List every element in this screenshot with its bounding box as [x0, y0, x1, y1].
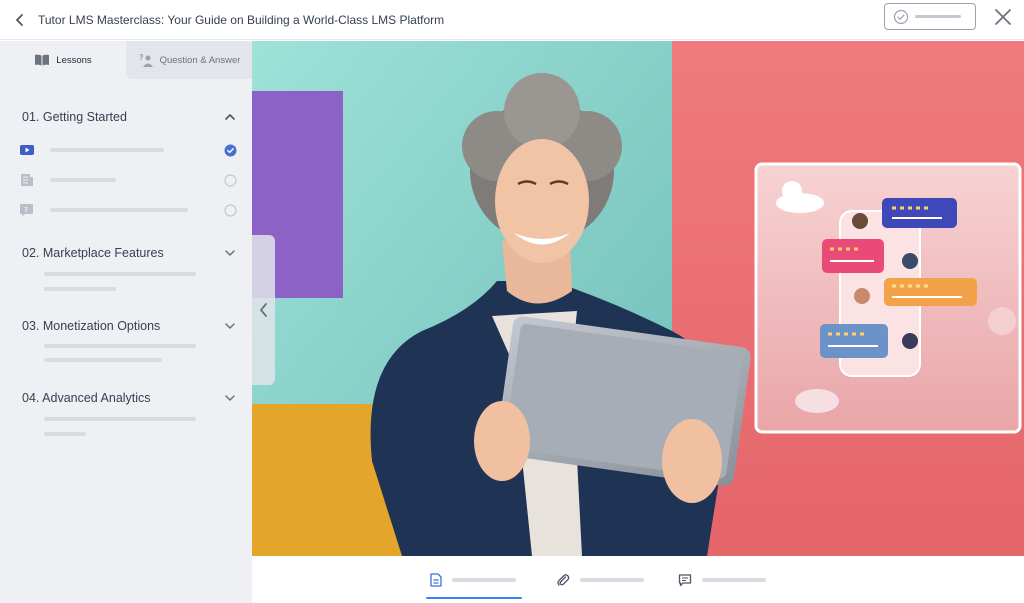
lms-course-player: Tutor LMS Masterclass: Your Guide on Bui… [0, 0, 1024, 603]
close-button[interactable] [990, 4, 1016, 30]
file-text-icon [430, 573, 442, 587]
sidebar-tabs: Lessons ? Question & Answer [0, 41, 252, 79]
lesson-video-illustration [252, 41, 1024, 556]
close-icon [995, 9, 1011, 25]
topic-summary-placeholder [44, 417, 196, 421]
mark-complete-button[interactable] [884, 3, 976, 30]
chevron-up-icon [225, 114, 235, 120]
tab-label-placeholder [702, 578, 766, 582]
topic-title: 04. Advanced Analytics [22, 391, 151, 405]
complete-label-placeholder [915, 15, 961, 18]
completed-check-icon [224, 144, 237, 157]
topic-header[interactable]: 03. Monetization Options [0, 317, 252, 335]
topic-header[interactable]: 01. Getting Started [0, 108, 252, 126]
topic-summary-placeholder [44, 432, 86, 436]
topic-summary-placeholder [44, 358, 162, 362]
topic-title: 01. Getting Started [22, 110, 127, 124]
topic-advanced-analytics: 04. Advanced Analytics [0, 389, 252, 407]
tab-label-placeholder [452, 578, 516, 582]
course-title: Tutor LMS Masterclass: Your Guide on Bui… [38, 12, 445, 27]
topic-title: 03. Monetization Options [22, 319, 161, 333]
topic-marketplace-features: 02. Marketplace Features [0, 244, 252, 262]
tab-overview[interactable] [430, 568, 516, 592]
video-player[interactable] [252, 41, 1024, 556]
chevron-down-icon [225, 323, 235, 329]
tab-question-answer[interactable]: ? Question & Answer [126, 41, 252, 79]
topic-summary-placeholder [44, 344, 196, 348]
topic-title: 02. Marketplace Features [22, 246, 164, 260]
document-icon [21, 174, 33, 186]
topic-getting-started: 01. Getting Started [0, 108, 252, 126]
lesson-title-placeholder [50, 178, 116, 182]
lesson-item[interactable] [20, 143, 240, 157]
tab-lessons-label: Lessons [56, 54, 92, 66]
sidebar-collapse-toggle[interactable] [252, 235, 275, 385]
tab-label-placeholder [580, 578, 644, 582]
lesson-title-placeholder [50, 208, 188, 212]
paperclip-icon [557, 574, 570, 586]
topic-header[interactable]: 04. Advanced Analytics [0, 389, 252, 407]
svg-text:?: ? [24, 206, 28, 214]
book-icon [35, 54, 50, 66]
incomplete-circle-icon [224, 174, 237, 187]
video-icon [20, 145, 34, 155]
topic-summary-placeholder [44, 287, 116, 291]
lesson-item[interactable]: ? [20, 203, 240, 217]
incomplete-circle-icon [224, 204, 237, 217]
comment-icon [678, 574, 692, 587]
tab-comments[interactable] [678, 568, 766, 592]
tab-lessons[interactable]: Lessons [0, 41, 126, 79]
qa-icon: ? [139, 53, 153, 67]
tab-qa-label: Question & Answer [159, 54, 241, 66]
topic-monetization-options: 03. Monetization Options [0, 317, 252, 335]
chevron-down-icon [225, 395, 235, 401]
active-tab-indicator [426, 597, 522, 599]
course-sidebar: Lessons ? Question & Answer 01. Getting … [0, 41, 252, 603]
chevron-left-icon [16, 13, 23, 26]
lesson-bottom-tabs [252, 556, 1024, 603]
quiz-icon: ? [20, 204, 33, 216]
check-circle-icon [893, 9, 909, 24]
topic-summary-placeholder [44, 272, 196, 276]
top-bar: Tutor LMS Masterclass: Your Guide on Bui… [0, 0, 1024, 40]
back-button[interactable] [4, 4, 36, 36]
tab-attachments[interactable] [556, 568, 644, 592]
chevron-down-icon [225, 250, 235, 256]
svg-text:?: ? [139, 53, 144, 62]
lesson-item[interactable] [20, 173, 240, 187]
topic-header[interactable]: 02. Marketplace Features [0, 244, 252, 262]
chevron-left-icon [259, 303, 267, 317]
lesson-title-placeholder [50, 148, 164, 152]
